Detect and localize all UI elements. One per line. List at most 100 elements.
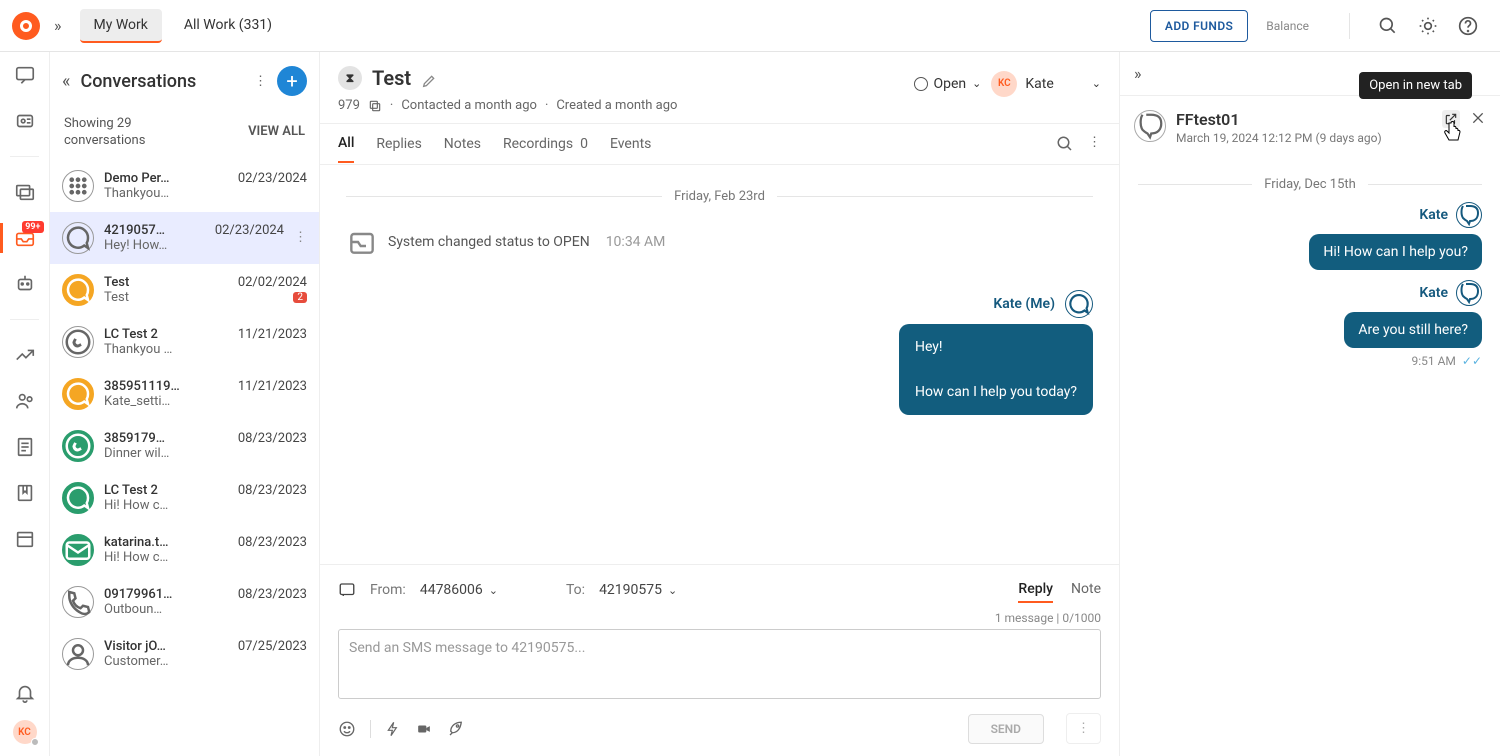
assignee-avatar: KC <box>991 71 1017 97</box>
quick-reply-icon[interactable] <box>385 721 401 737</box>
conversation-item[interactable]: 385951119…11/21/2023 Kate_setti… <box>50 368 319 420</box>
system-message: System changed status to OPEN 10:34 AM <box>346 214 1093 270</box>
user-avatar[interactable]: KC <box>13 720 37 744</box>
close-panel-icon[interactable] <box>1470 110 1486 126</box>
inbox-badge: 99+ <box>22 221 43 233</box>
rail-bot-icon[interactable] <box>14 273 36 295</box>
side-date-divider: Friday, Dec 15th <box>1264 177 1356 192</box>
open-new-tab-icon[interactable] <box>1442 110 1460 128</box>
chat-channel-icon <box>1065 290 1093 318</box>
hourglass-icon: ⧗ <box>338 66 362 90</box>
unread-badge: 2 <box>293 292 307 303</box>
from-selector[interactable]: 44786006⌄ <box>420 582 498 598</box>
rail-inbox-icon[interactable]: 99+ <box>14 227 36 249</box>
conversation-item[interactable]: Demo Per…02/23/2024 Thankyou… <box>50 160 319 212</box>
compose-tab-reply[interactable]: Reply <box>1018 577 1053 603</box>
rail-analytics-icon[interactable] <box>14 344 36 366</box>
side-conv-name: FFtest01 <box>1176 110 1382 129</box>
tab-all[interactable]: All <box>338 125 354 163</box>
tab-notes[interactable]: Notes <box>444 126 481 162</box>
open-new-tab-tooltip: Open in new tab <box>1359 72 1472 99</box>
balance-label: Balance <box>1266 19 1309 33</box>
conversation-item[interactable]: Test02/02/2024 Test2 <box>50 264 319 316</box>
conversation-item[interactable]: katarina.t…08/23/2023 Hi! How c… <box>50 524 319 576</box>
viber-icon <box>1456 280 1482 306</box>
emoji-icon[interactable] <box>338 720 356 738</box>
to-selector[interactable]: 42190575⌄ <box>599 582 677 598</box>
notifications-icon[interactable] <box>14 682 36 704</box>
conv-channel-icon <box>62 586 94 618</box>
date-divider: Friday, Feb 23rd <box>674 189 765 204</box>
conversation-id: 979 <box>338 98 360 113</box>
rail-calendar-icon[interactable] <box>14 528 36 550</box>
channel-select-icon[interactable] <box>338 581 356 599</box>
collapse-rpanel-icon[interactable]: » <box>1134 64 1142 83</box>
compose-more-icon[interactable]: ⋮ <box>1066 713 1101 744</box>
side-message: Kate Hi! How can I help you? <box>1138 202 1482 270</box>
rail-doc-icon[interactable] <box>14 436 36 458</box>
conv-channel-icon <box>62 482 94 514</box>
compose-tab-note[interactable]: Note <box>1071 577 1101 603</box>
rail-people-icon[interactable] <box>14 390 36 412</box>
conv-channel-icon <box>62 378 94 410</box>
view-all-link[interactable]: VIEW ALL <box>248 124 305 141</box>
outgoing-message: Kate (Me) Hey! How can I help you today? <box>346 290 1093 415</box>
rail-contact-icon[interactable] <box>14 110 36 132</box>
system-icon <box>346 226 378 258</box>
timeline-menu-icon[interactable]: ⋮ <box>1088 135 1101 153</box>
search-icon[interactable] <box>1378 16 1398 36</box>
conversations-title: Conversations <box>80 71 244 92</box>
viber-icon <box>1456 202 1482 228</box>
conv-channel-icon <box>62 326 94 358</box>
tab-all-work[interactable]: All Work (331) <box>170 9 286 43</box>
conversation-item[interactable]: LC Test 211/21/2023 Thankyou … <box>50 316 319 368</box>
conversation-item[interactable]: LC Test 208/23/2023 Hi! How c… <box>50 472 319 524</box>
rail-queue-icon[interactable] <box>14 181 36 203</box>
status-selector[interactable]: Open⌄ <box>914 76 982 92</box>
compose-counter: 1 message | 0/1000 <box>338 611 1101 625</box>
assignee-selector[interactable]: KC Kate ⌄ <box>991 71 1101 97</box>
tab-recordings[interactable]: Recordings 0 <box>503 126 588 162</box>
help-icon[interactable] <box>1458 16 1478 36</box>
conv-channel-icon <box>62 430 94 462</box>
search-timeline-icon[interactable] <box>1056 135 1074 153</box>
contacted-meta: Contacted a month ago <box>401 98 537 113</box>
conversation-item[interactable]: Visitor jO…07/25/2023 Customer… <box>50 628 319 680</box>
edit-title-icon[interactable] <box>421 70 437 86</box>
launch-icon[interactable] <box>447 720 465 738</box>
rail-bookmark-icon[interactable] <box>14 482 36 504</box>
conversation-item[interactable]: 09179961…08/23/2023 Outboun… <box>50 576 319 628</box>
created-meta: Created a month ago <box>556 98 677 113</box>
theme-icon[interactable] <box>1418 16 1438 36</box>
copy-id-icon[interactable] <box>368 99 382 113</box>
compose-area: From: 44786006⌄ To: 42190575⌄ Reply Note… <box>320 564 1119 756</box>
new-conversation-button[interactable]: + <box>277 66 307 96</box>
rail-chat-icon[interactable] <box>14 64 36 86</box>
conv-channel-icon <box>62 274 94 306</box>
convs-menu-icon[interactable]: ⋮ <box>254 74 267 89</box>
conversation-item[interactable]: 3859179…08/23/2023 Dinner wil… <box>50 420 319 472</box>
top-bar: » My Work All Work (331) ADD FUNDS Balan… <box>0 0 1500 52</box>
conversation-title: Test <box>372 66 411 90</box>
tab-replies[interactable]: Replies <box>376 126 421 162</box>
conversations-panel: « Conversations ⋮ + Showing 29 conversat… <box>50 52 320 756</box>
message-input[interactable] <box>338 629 1101 699</box>
conv-channel-icon <box>62 170 94 202</box>
conv-channel-icon <box>62 638 94 670</box>
side-conversation-panel: » Open in new tab FFtest01 March 19, 202… <box>1120 52 1500 756</box>
collapse-convs-icon[interactable]: « <box>62 71 70 92</box>
send-button[interactable]: SEND <box>968 714 1044 744</box>
tab-my-work[interactable]: My Work <box>80 9 162 43</box>
conversation-item[interactable]: 4219057…02/23/2024 Hey! How… ⋮ <box>50 212 319 264</box>
sender-name: Kate (Me) <box>993 296 1055 312</box>
nav-rail: 99+ KC <box>0 52 50 756</box>
tab-events[interactable]: Events <box>610 126 651 162</box>
app-logo[interactable] <box>12 12 40 40</box>
video-icon[interactable] <box>415 722 433 736</box>
conversations-count: Showing 29 conversations <box>64 116 145 150</box>
conv-item-menu-icon[interactable]: ⋮ <box>294 230 307 245</box>
add-funds-button[interactable]: ADD FUNDS <box>1150 10 1248 42</box>
collapse-nav-icon[interactable]: » <box>54 16 62 35</box>
side-conv-timestamp: March 19, 2024 12:12 PM (9 days ago) <box>1176 131 1382 145</box>
conv-channel-icon <box>62 534 94 566</box>
